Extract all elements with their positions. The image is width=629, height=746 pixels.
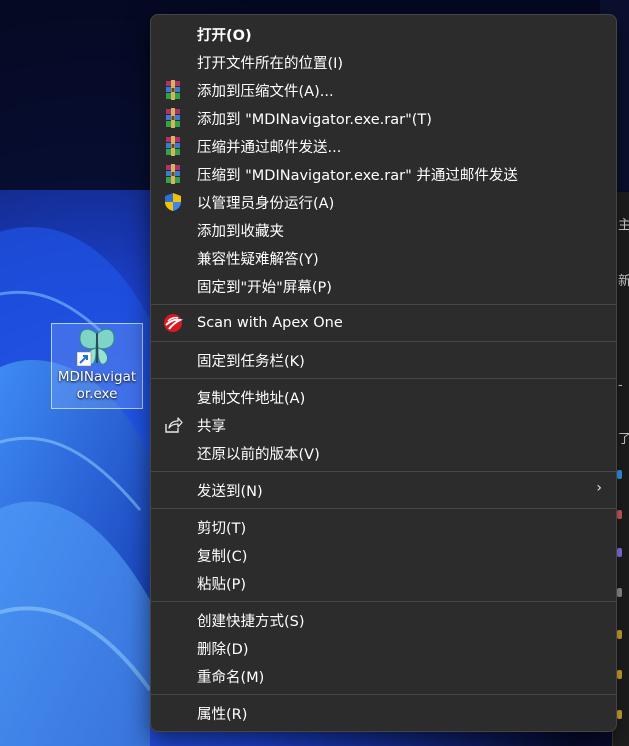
background-text: 了 bbox=[618, 432, 629, 447]
butterfly-app-icon bbox=[75, 326, 119, 368]
menu-separator bbox=[151, 694, 616, 695]
background-item-icon bbox=[617, 548, 622, 557]
menu-item-pin-to-taskbar[interactable]: 固定到任务栏(K) bbox=[155, 346, 612, 374]
winrar-icon bbox=[163, 136, 183, 156]
menu-item-label: Scan with Apex One bbox=[197, 315, 343, 331]
menu-item-run-as-admin[interactable]: 以管理员身份运行(A) bbox=[155, 188, 612, 216]
menu-item-add-to-archive[interactable]: 添加到压缩文件(A)... bbox=[155, 76, 612, 104]
menu-item-scan-apex-one[interactable]: Scan with Apex One bbox=[155, 309, 612, 337]
uac-shield-icon bbox=[163, 192, 183, 212]
menu-item-label: 创建快捷方式(S) bbox=[197, 613, 305, 630]
menu-item-label: 添加到收藏夹 bbox=[197, 223, 284, 240]
menu-separator bbox=[151, 378, 616, 379]
menu-item-open-file-location[interactable]: 打开文件所在的位置(I) bbox=[155, 48, 612, 76]
background-text: 新 bbox=[618, 274, 629, 289]
menu-item-create-shortcut[interactable]: 创建快捷方式(S) bbox=[155, 606, 612, 634]
menu-item-label: 复制(C) bbox=[197, 548, 248, 565]
menu-separator bbox=[151, 341, 616, 342]
menu-item-label: 剪切(T) bbox=[197, 520, 247, 537]
menu-item-compress-and-email[interactable]: 压缩并通过邮件发送... bbox=[155, 132, 612, 160]
menu-item-label: 共享 bbox=[197, 418, 226, 435]
menu-item-label: 删除(D) bbox=[197, 641, 249, 658]
background-item-icon bbox=[617, 710, 622, 719]
winrar-icon bbox=[163, 164, 183, 184]
desktop-icon-mdinavigator[interactable]: MDINavigator.exe bbox=[51, 323, 143, 409]
menu-item-properties[interactable]: 属性(R) bbox=[155, 699, 612, 727]
menu-item-label: 兼容性疑难解答(Y) bbox=[197, 251, 319, 268]
background-item-icon bbox=[617, 670, 622, 679]
menu-item-send-to[interactable]: 发送到(N) › bbox=[155, 476, 612, 504]
menu-separator bbox=[151, 601, 616, 602]
menu-item-label: 添加到压缩文件(A)... bbox=[197, 83, 334, 100]
menu-item-label: 添加到 "MDINavigator.exe.rar"(T) bbox=[197, 111, 432, 128]
menu-item-open[interactable]: 打开(O) bbox=[155, 20, 612, 48]
apex-one-icon bbox=[163, 313, 184, 333]
menu-item-label: 打开文件所在的位置(I) bbox=[197, 55, 344, 72]
menu-item-label: 属性(R) bbox=[197, 706, 248, 723]
menu-item-pin-to-start[interactable]: 固定到"开始"屏幕(P) bbox=[155, 272, 612, 300]
menu-item-label: 发送到(N) bbox=[197, 483, 263, 500]
menu-item-label: 以管理员身份运行(A) bbox=[197, 195, 335, 212]
menu-item-delete[interactable]: 删除(D) bbox=[155, 634, 612, 662]
menu-item-label: 固定到"开始"屏幕(P) bbox=[197, 279, 332, 296]
menu-item-troubleshoot-compatibility[interactable]: 兼容性疑难解答(Y) bbox=[155, 244, 612, 272]
menu-item-cut[interactable]: 剪切(T) bbox=[155, 513, 612, 541]
share-icon bbox=[163, 415, 183, 435]
menu-item-copy-path[interactable]: 复制文件地址(A) bbox=[155, 383, 612, 411]
menu-item-add-to-rar[interactable]: 添加到 "MDINavigator.exe.rar"(T) bbox=[155, 104, 612, 132]
background-text: 主 bbox=[618, 218, 629, 233]
menu-item-label: 固定到任务栏(K) bbox=[197, 353, 305, 370]
menu-item-label: 还原以前的版本(V) bbox=[197, 446, 320, 463]
menu-item-restore-previous-versions[interactable]: 还原以前的版本(V) bbox=[155, 439, 612, 467]
background-item-icon bbox=[617, 588, 622, 597]
menu-item-label: 粘贴(P) bbox=[197, 576, 247, 593]
menu-item-share[interactable]: 共享 bbox=[155, 411, 612, 439]
menu-item-rename[interactable]: 重命名(M) bbox=[155, 662, 612, 690]
menu-separator bbox=[151, 508, 616, 509]
menu-item-compress-to-rar-and-email[interactable]: 压缩到 "MDINavigator.exe.rar" 并通过邮件发送 bbox=[155, 160, 612, 188]
background-text: - bbox=[618, 378, 623, 393]
menu-item-label: 压缩并通过邮件发送... bbox=[197, 139, 342, 156]
menu-separator bbox=[151, 304, 616, 305]
background-item-icon bbox=[617, 630, 622, 639]
menu-item-label: 压缩到 "MDINavigator.exe.rar" 并通过邮件发送 bbox=[197, 167, 518, 184]
menu-item-label: 复制文件地址(A) bbox=[197, 390, 306, 407]
menu-item-label: 打开(O) bbox=[197, 27, 252, 44]
menu-item-copy[interactable]: 复制(C) bbox=[155, 541, 612, 569]
menu-separator bbox=[151, 471, 616, 472]
background-item-icon bbox=[617, 470, 622, 479]
menu-item-label: 重命名(M) bbox=[197, 669, 265, 686]
chevron-right-icon: › bbox=[596, 480, 602, 496]
winrar-icon bbox=[163, 80, 183, 100]
background-item-icon bbox=[617, 510, 622, 519]
winrar-icon bbox=[163, 108, 183, 128]
menu-item-add-to-favorites[interactable]: 添加到收藏夹 bbox=[155, 216, 612, 244]
context-menu: 打开(O) 打开文件所在的位置(I) 添加到压缩文件(A)... 添加到 "MD… bbox=[150, 14, 617, 732]
menu-item-paste[interactable]: 粘贴(P) bbox=[155, 569, 612, 597]
desktop-icon-label: MDINavigator.exe bbox=[57, 369, 137, 402]
